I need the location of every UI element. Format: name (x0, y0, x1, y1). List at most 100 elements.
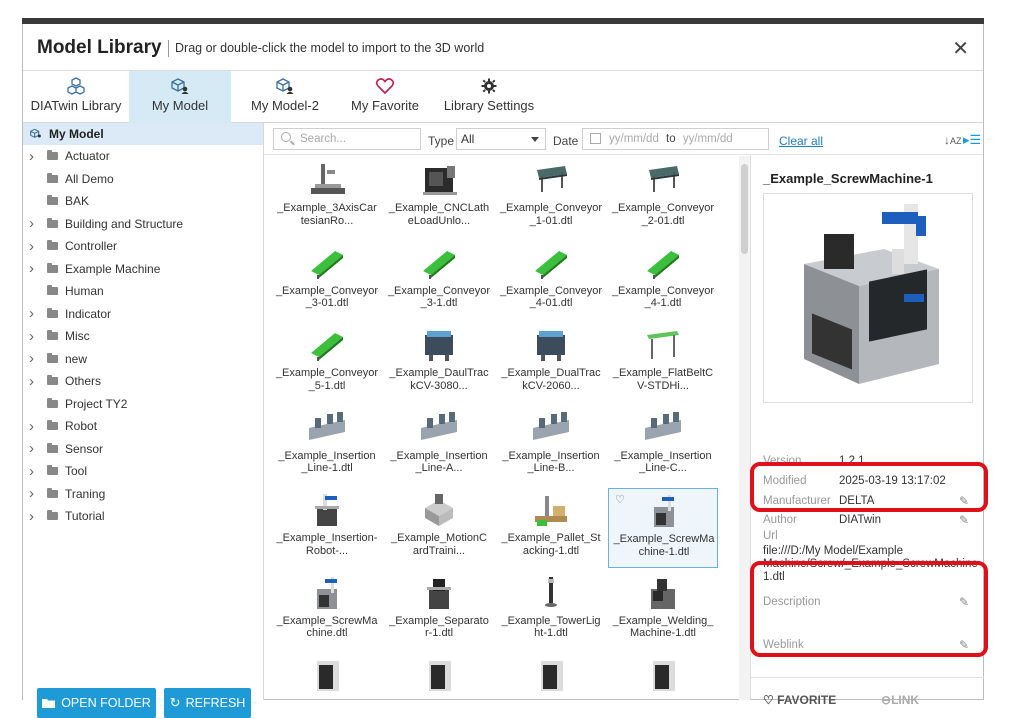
sidebar-item-building-and-structure[interactable]: › Building and Structure (23, 213, 263, 236)
model-card-name (384, 697, 494, 700)
sidebar-item-traning[interactable]: › Traning (23, 483, 263, 506)
sidebar-item-actuator[interactable]: › Actuator (23, 145, 263, 168)
date-range-input[interactable]: yy/mm/dd to yy/mm/dd (582, 128, 769, 150)
model-card[interactable]: _Example_Conveyor _1-01.dtl (496, 158, 606, 238)
model-card[interactable]: _Example_ScrewMa chine.dtl (272, 571, 382, 651)
type-select[interactable]: All (456, 128, 546, 150)
type-select-value: All (461, 132, 475, 146)
heart-icon: ♡ (763, 693, 774, 707)
chevron-right-icon[interactable]: › (29, 485, 43, 502)
sidebar-item-misc[interactable]: › Misc (23, 325, 263, 348)
heart-icon[interactable]: ♡ (615, 493, 625, 506)
sidebar-root-my-model[interactable]: My Model (23, 123, 263, 145)
sidebar-item-human[interactable]: Human (23, 280, 263, 303)
model-card[interactable]: _Example_Insertion- Robot-... (272, 488, 382, 568)
chevron-right-icon[interactable]: › (29, 260, 43, 277)
model-thumbnail (649, 166, 679, 192)
model-card[interactable]: _Example_FlatBeltC V-STDHi... (608, 323, 718, 403)
chevron-right-icon[interactable]: › (29, 463, 43, 480)
chevron-right-icon[interactable]: › (29, 148, 43, 165)
model-card[interactable] (384, 653, 494, 700)
chevron-right-icon[interactable]: › (29, 508, 43, 525)
tab-diatwin-library[interactable]: DIATwin Library (23, 71, 129, 123)
model-card[interactable]: _Example_DaulTrac kCV-3080... (384, 323, 494, 403)
model-card[interactable]: _Example_Conveyor _3-1.dtl (384, 241, 494, 321)
sidebar-item-bak[interactable]: BAK (23, 190, 263, 213)
chevron-right-icon[interactable]: › (29, 215, 43, 232)
model-card-name: _Example_Insertion _Line-B... (496, 450, 606, 475)
date-to-placeholder: yy/mm/dd (682, 133, 733, 145)
refresh-button[interactable]: ↻ REFRESH (164, 688, 251, 718)
model-thumbnail (653, 661, 675, 691)
model-card[interactable]: _Example_Pallet_St acking-1.dtl (496, 488, 606, 568)
clear-all-link[interactable]: Clear all (779, 134, 823, 148)
chevron-right-icon[interactable]: › (29, 418, 43, 435)
folder-icon (47, 172, 58, 183)
model-card[interactable]: _Example_MotionC ardTraini... (384, 488, 494, 568)
model-card[interactable]: _Example_CNCLath eLoadUnlo... (384, 158, 494, 238)
cube-user-icon (171, 78, 189, 94)
sidebar-item-robot[interactable]: › Robot (23, 415, 263, 438)
model-card[interactable]: _Example_Insertion _Line-A... (384, 406, 494, 486)
sidebar-item-all-demo[interactable]: All Demo (23, 168, 263, 191)
sidebar-item-sensor[interactable]: › Sensor (23, 438, 263, 461)
sidebar-item-label: Actuator (65, 149, 110, 164)
tab-library-settings[interactable]: Library Settings (439, 71, 539, 123)
sort-icon[interactable]: ↓AZ (944, 133, 962, 147)
heart-icon (375, 78, 395, 95)
model-thumbnail (535, 250, 567, 279)
sidebar-item-tool[interactable]: › Tool (23, 460, 263, 483)
model-card[interactable] (496, 653, 606, 700)
chevron-right-icon[interactable]: › (29, 350, 43, 367)
model-card[interactable] (608, 653, 718, 700)
model-thumbnail (425, 331, 453, 361)
chevron-right-icon[interactable]: › (29, 305, 43, 322)
sidebar-item-tutorial[interactable]: › Tutorial (23, 505, 263, 528)
open-folder-button[interactable]: OPEN FOLDER (37, 688, 156, 718)
sidebar-item-others[interactable]: › Others (23, 370, 263, 393)
sidebar-item-new[interactable]: › new (23, 348, 263, 371)
sidebar-item-example-machine[interactable]: › Example Machine (23, 258, 263, 281)
model-card[interactable]: _Example_Conveyor _4-01.dtl (496, 241, 606, 321)
tab-my-model-2[interactable]: My Model-2 (243, 71, 327, 123)
chevron-right-icon[interactable]: › (29, 238, 43, 255)
sidebar-item-label: Traning (65, 486, 106, 501)
sidebar-item-label: Indicator (65, 306, 112, 321)
model-name-line1: _Example_Conveyor (275, 367, 379, 379)
sidebar-item-project-ty2[interactable]: Project TY2 (23, 393, 263, 416)
link-button[interactable]: ⊖LINK (881, 693, 919, 707)
model-card[interactable]: _Example_Conveyor _3-01.dtl (272, 241, 382, 321)
model-card[interactable]: _Example_3AxisCar tesianRo... (272, 158, 382, 238)
favorite-label: FAVORITE (777, 693, 837, 707)
tab-label: My Favorite (351, 98, 419, 113)
chevron-right-icon[interactable]: › (29, 440, 43, 457)
favorite-button[interactable]: ♡ FAVORITE (763, 693, 836, 707)
sidebar-item-controller[interactable]: › Controller (23, 235, 263, 258)
model-card[interactable]: _Example_Insertion _Line-C... (608, 406, 718, 486)
model-card-name: _Example_Conveyor _2-01.dtl (608, 202, 718, 227)
model-card-name: _Example_Conveyor _3-01.dtl (272, 285, 382, 310)
search-input[interactable]: Search... (273, 128, 421, 150)
tab-my-model[interactable]: My Model (129, 71, 231, 123)
model-card[interactable]: _Example_DualTrac kCV-2060... (496, 323, 606, 403)
grid-scrollbar-thumb[interactable] (741, 164, 748, 254)
model-card[interactable]: _Example_TowerLig ht-1.dtl (496, 571, 606, 651)
close-icon[interactable]: ✕ (952, 36, 969, 61)
model-name-line2: _3-1.dtl (420, 297, 458, 309)
chevron-right-icon[interactable]: › (29, 328, 43, 345)
model-card[interactable]: ♡ _Example_ScrewMa chine-1.dtl (608, 488, 718, 568)
chevron-right-icon[interactable]: › (29, 373, 43, 390)
model-card[interactable]: _Example_Conveyor _5-1.dtl (272, 323, 382, 403)
tab-my-favorite[interactable]: My Favorite (347, 71, 423, 123)
model-card[interactable]: _Example_Separato r-1.dtl (384, 571, 494, 651)
model-card[interactable] (272, 653, 382, 700)
model-card[interactable]: _Example_Conveyor _2-01.dtl (608, 158, 718, 238)
model-card[interactable]: _Example_Insertion _Line-B... (496, 406, 606, 486)
model-card[interactable]: _Example_Insertion _Line-1.dtl (272, 406, 382, 486)
model-card[interactable]: _Example_Welding_ Machine-1.dtl (608, 571, 718, 651)
list-view-icon[interactable]: ▸☰ (963, 132, 981, 148)
edit-author-pencil-icon[interactable]: ✎ (959, 513, 969, 527)
model-card[interactable]: _Example_Conveyor _4-1.dtl (608, 241, 718, 321)
model-card-name: _Example_Insertion- Robot-... (272, 532, 382, 557)
sidebar-item-indicator[interactable]: › Indicator (23, 303, 263, 326)
